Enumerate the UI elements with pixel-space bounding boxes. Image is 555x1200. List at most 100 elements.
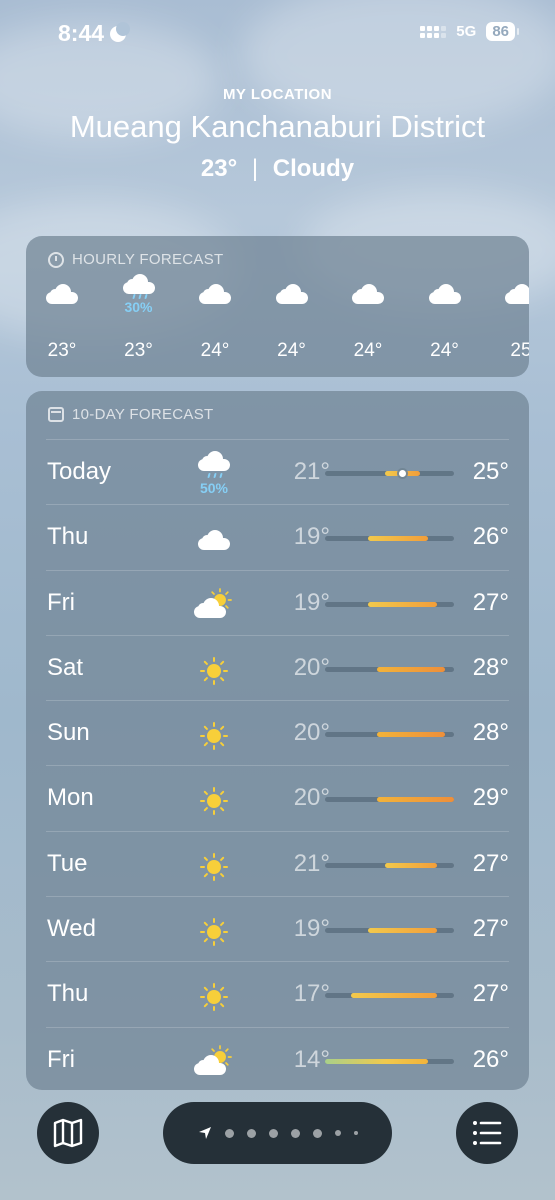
- hourly-item: 23°: [32, 282, 92, 362]
- current-conditions: 23° | Cloudy: [0, 155, 555, 183]
- status-time: 8:44: [58, 20, 131, 47]
- high-temperature: 27°: [472, 980, 509, 1008]
- high-temperature: 27°: [472, 915, 509, 943]
- high-temperature: 28°: [472, 653, 509, 681]
- high-temperature: 27°: [472, 588, 509, 616]
- forecast-day: Sun: [47, 719, 90, 747]
- temperature-range-bar: [325, 732, 454, 738]
- page-dot[interactable]: [312, 1128, 322, 1138]
- low-temperature: 19°: [293, 523, 330, 551]
- moon-icon: [110, 21, 131, 42]
- hourly-temperature: 24°: [277, 340, 306, 361]
- low-temperature: 17°: [293, 980, 330, 1008]
- forecast-day: Thu: [47, 523, 89, 551]
- hourly-item: 24°: [415, 282, 475, 362]
- high-temperature: 26°: [472, 1045, 509, 1073]
- forecast-day: Mon: [47, 784, 94, 812]
- forecast-day: Wed: [47, 915, 96, 943]
- temperature-range-bar: [325, 993, 454, 999]
- hourly-temperature: 24°: [353, 340, 383, 361]
- forecast-day: Today: [47, 458, 112, 485]
- page-dot[interactable]: [224, 1128, 234, 1138]
- location-name: Mueang Kanchanaburi District: [69, 109, 486, 144]
- cloud-rain-icon: 30%: [109, 274, 169, 320]
- temperature-range-fill: [368, 601, 437, 607]
- forecast-row[interactable]: Fri 14° 26°: [46, 1026, 509, 1092]
- clock-time: 8:44: [58, 20, 105, 46]
- daily-forecast-panel[interactable]: 10-DAY FORECAST Today 50% 21° 25° Thu 19° 26° F…: [26, 391, 529, 1090]
- daily-forecast-label: 10-DAY FORECAST: [72, 406, 214, 423]
- current-temperature-marker: [398, 470, 406, 477]
- forecast-row[interactable]: Sat 20° 28°: [46, 634, 509, 700]
- low-temperature: 20°: [293, 784, 330, 812]
- forecast-day: Fri: [47, 1045, 75, 1073]
- location-label: MY LOCATION: [222, 86, 333, 103]
- current-condition: Cloudy: [272, 155, 355, 182]
- map-button[interactable]: [37, 1102, 99, 1164]
- temperature-range-fill: [325, 1058, 429, 1064]
- cloud-icon: [185, 282, 245, 320]
- temperature-range-bar: [325, 1058, 454, 1064]
- temperature-range-bar: [325, 536, 454, 542]
- cloud-icon: [491, 282, 529, 320]
- forecast-row[interactable]: Thu 19° 26°: [46, 504, 509, 569]
- forecast-row[interactable]: Wed 19° 27°: [46, 896, 509, 961]
- hourly-temperature: 23°: [124, 340, 153, 361]
- locations-list-button[interactable]: [456, 1102, 518, 1164]
- forecast-row[interactable]: Tue 21° 27°: [46, 830, 509, 896]
- hourly-temperature: 24°: [430, 340, 459, 361]
- page-dot[interactable]: [334, 1130, 341, 1136]
- network-type: 5G: [456, 23, 477, 40]
- location-header: MY LOCATION Mueang Kanchanaburi District…: [0, 86, 555, 183]
- temperature-range-fill: [368, 928, 437, 934]
- sun-icon: [194, 783, 234, 819]
- temperature-range-fill: [376, 797, 454, 803]
- partly-sunny-icon: [194, 1044, 234, 1081]
- low-temperature: 20°: [293, 719, 330, 747]
- low-temperature: 19°: [293, 588, 330, 616]
- hourly-forecast-title: HOURLY FORECAST: [48, 251, 223, 268]
- low-temperature: 14°: [293, 1045, 330, 1073]
- temperature-range-fill: [376, 732, 446, 738]
- low-temperature: 21°: [293, 849, 330, 877]
- sun-icon: [194, 849, 234, 885]
- battery-icon: 86: [486, 22, 519, 41]
- high-temperature: 25°: [472, 458, 509, 485]
- hourly-temperature: 25: [510, 340, 529, 361]
- location-arrow-icon: [198, 1127, 211, 1139]
- forecast-row[interactable]: Fri 19° 27°: [46, 569, 509, 635]
- forecast-row[interactable]: Thu 17° 27°: [46, 961, 509, 1026]
- temperature-range-fill: [376, 666, 446, 672]
- page-dot[interactable]: [246, 1128, 256, 1138]
- page-dot[interactable]: [353, 1131, 358, 1135]
- low-temperature: 19°: [293, 915, 330, 943]
- high-temperature: 28°: [472, 719, 509, 747]
- forecast-day: Fri: [47, 588, 75, 616]
- hourly-item: 25: [491, 282, 529, 362]
- temperature-range-bar: [325, 601, 454, 607]
- forecast-day: Tue: [47, 849, 88, 877]
- page-dot[interactable]: [290, 1128, 300, 1138]
- hourly-forecast-panel[interactable]: HOURLY FORECAST 23° 30% 23° 24° 24° 24° 24° 25: [26, 236, 529, 377]
- hourly-item: 24°: [338, 282, 398, 362]
- sun-icon: [194, 718, 234, 754]
- current-temperature: 23°: [200, 155, 238, 182]
- status-indicators: 5G 86: [420, 22, 519, 41]
- clock-icon: [48, 251, 64, 268]
- high-temperature: 27°: [472, 849, 509, 877]
- hourly-forecast-label: HOURLY FORECAST: [72, 251, 224, 268]
- forecast-row[interactable]: Mon 20° 29°: [46, 765, 509, 830]
- low-temperature: 20°: [293, 653, 330, 681]
- temperature-range-bar: [325, 470, 454, 477]
- precip-chance: 50%: [199, 480, 229, 496]
- hourly-precip-chance: 30%: [124, 299, 153, 315]
- location-pager[interactable]: [163, 1102, 392, 1164]
- forecast-row[interactable]: Today 50% 21° 25°: [46, 439, 509, 504]
- page-dot[interactable]: [268, 1128, 278, 1138]
- hourly-item: 24°: [262, 282, 322, 362]
- daily-forecast-list: Today 50% 21° 25° Thu 19° 26° Fri 19° 27° Sat 20° 28…: [26, 439, 529, 1092]
- cloud-icon: [262, 282, 322, 320]
- forecast-row[interactable]: Sun 20° 28°: [46, 700, 509, 765]
- status-bar: 8:44 5G 86: [0, 0, 555, 64]
- temperature-range-fill: [368, 536, 429, 542]
